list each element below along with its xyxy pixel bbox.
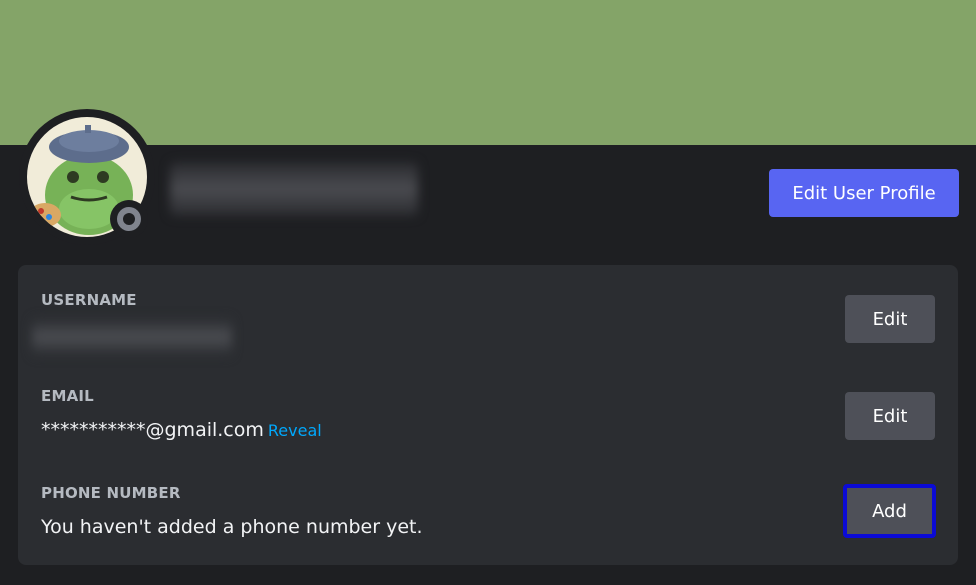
- username-value-redacted: [32, 318, 232, 356]
- email-label: EMAIL: [41, 387, 94, 405]
- edit-user-profile-button[interactable]: Edit User Profile: [769, 169, 959, 217]
- reveal-email-link[interactable]: Reveal: [268, 421, 322, 440]
- display-name-redacted: [170, 162, 418, 216]
- username-label: USERNAME: [41, 291, 137, 309]
- email-value: ***********@gmail.com: [41, 419, 264, 441]
- phone-number-value: You haven't added a phone number yet.: [41, 516, 423, 538]
- edit-email-button[interactable]: Edit: [845, 392, 935, 440]
- email-value-row: ***********@gmail.com Reveal: [41, 419, 322, 441]
- edit-username-button[interactable]: Edit: [845, 295, 935, 343]
- phone-number-label: PHONE NUMBER: [41, 484, 181, 502]
- add-phone-button[interactable]: Add: [843, 484, 936, 538]
- offline-status-icon: [117, 207, 141, 231]
- profile-banner: [0, 0, 976, 145]
